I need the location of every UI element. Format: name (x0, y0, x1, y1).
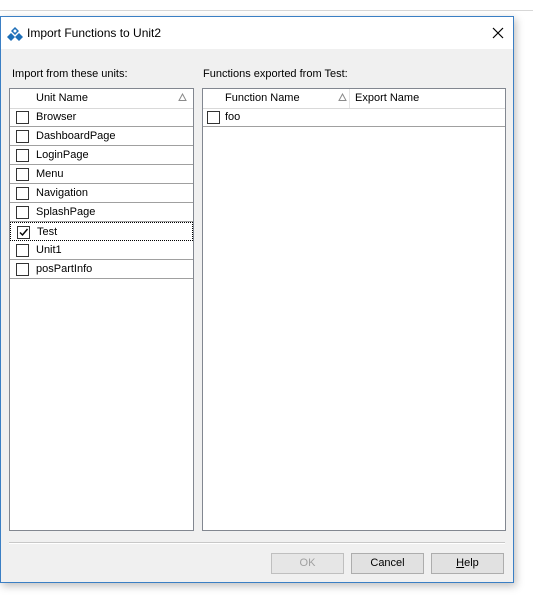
unit-row[interactable]: Unit1 (10, 241, 193, 260)
sort-ascending-icon (178, 93, 187, 101)
unit-checkbox[interactable] (16, 149, 29, 162)
unit-name: DashboardPage (36, 130, 116, 142)
export-name-column-header[interactable]: Export Name (355, 92, 419, 104)
function-checkbox[interactable] (207, 111, 220, 124)
window-title: Import Functions to Unit2 (27, 26, 162, 40)
unit-row[interactable]: Menu (10, 165, 193, 184)
unit-row[interactable]: LoginPage (10, 146, 193, 165)
cancel-button[interactable]: Cancel (351, 553, 424, 574)
ok-button[interactable]: OK (271, 553, 344, 574)
unit-checkbox[interactable] (16, 130, 29, 143)
background-window-edge (0, 10, 533, 11)
function-row[interactable]: foo (203, 108, 505, 127)
close-button[interactable] (483, 17, 513, 49)
unit-name: Browser (36, 111, 77, 123)
units-list[interactable]: Unit Name Browser DashboardPage LoginPage M… (9, 88, 194, 531)
button-separator (9, 542, 505, 544)
units-label: Import from these units: (12, 68, 128, 80)
unit-name-column-header[interactable]: Unit Name (36, 92, 88, 104)
unit-checkbox[interactable] (16, 168, 29, 181)
unit-checkbox[interactable] (16, 187, 29, 200)
title-bar[interactable]: Import Functions to Unit2 (1, 17, 513, 49)
unit-name: SplashPage (36, 206, 96, 218)
help-button[interactable]: Help (431, 553, 504, 574)
functions-list[interactable]: Function Name Export Name foo (202, 88, 506, 531)
delphi-icon (7, 26, 23, 42)
unit-row[interactable]: posPartInfo (10, 260, 193, 279)
unit-row[interactable]: DashboardPage (10, 127, 193, 146)
unit-checkbox[interactable] (16, 244, 29, 257)
unit-checkbox[interactable] (17, 226, 30, 239)
units-list-header[interactable]: Unit Name (10, 89, 193, 109)
help-accelerator: H (456, 557, 465, 569)
unit-row[interactable]: Test (10, 222, 193, 241)
unit-row[interactable]: SplashPage (10, 203, 193, 222)
close-icon (492, 27, 504, 39)
unit-name: Navigation (36, 187, 88, 199)
unit-row[interactable]: Navigation (10, 184, 193, 203)
function-name: foo (225, 111, 241, 123)
unit-name: LoginPage (36, 149, 89, 161)
column-divider[interactable] (349, 89, 350, 108)
function-name-column-header[interactable]: Function Name (225, 92, 300, 104)
help-label-rest: elp (464, 557, 479, 569)
import-functions-dialog: Import Functions to Unit2 Import from th… (0, 16, 514, 583)
unit-name: Unit1 (36, 244, 62, 256)
unit-name: posPartInfo (36, 263, 93, 275)
sort-ascending-icon (338, 93, 347, 101)
unit-checkbox[interactable] (16, 206, 29, 219)
unit-checkbox[interactable] (16, 111, 29, 124)
unit-checkbox[interactable] (16, 263, 29, 276)
checkmark-icon (19, 228, 29, 237)
unit-name: Menu (36, 168, 64, 180)
unit-row[interactable]: Browser (10, 108, 193, 127)
functions-label: Functions exported from Test: (203, 68, 348, 80)
unit-name: Test (37, 226, 58, 238)
functions-list-header[interactable]: Function Name Export Name (203, 89, 505, 109)
